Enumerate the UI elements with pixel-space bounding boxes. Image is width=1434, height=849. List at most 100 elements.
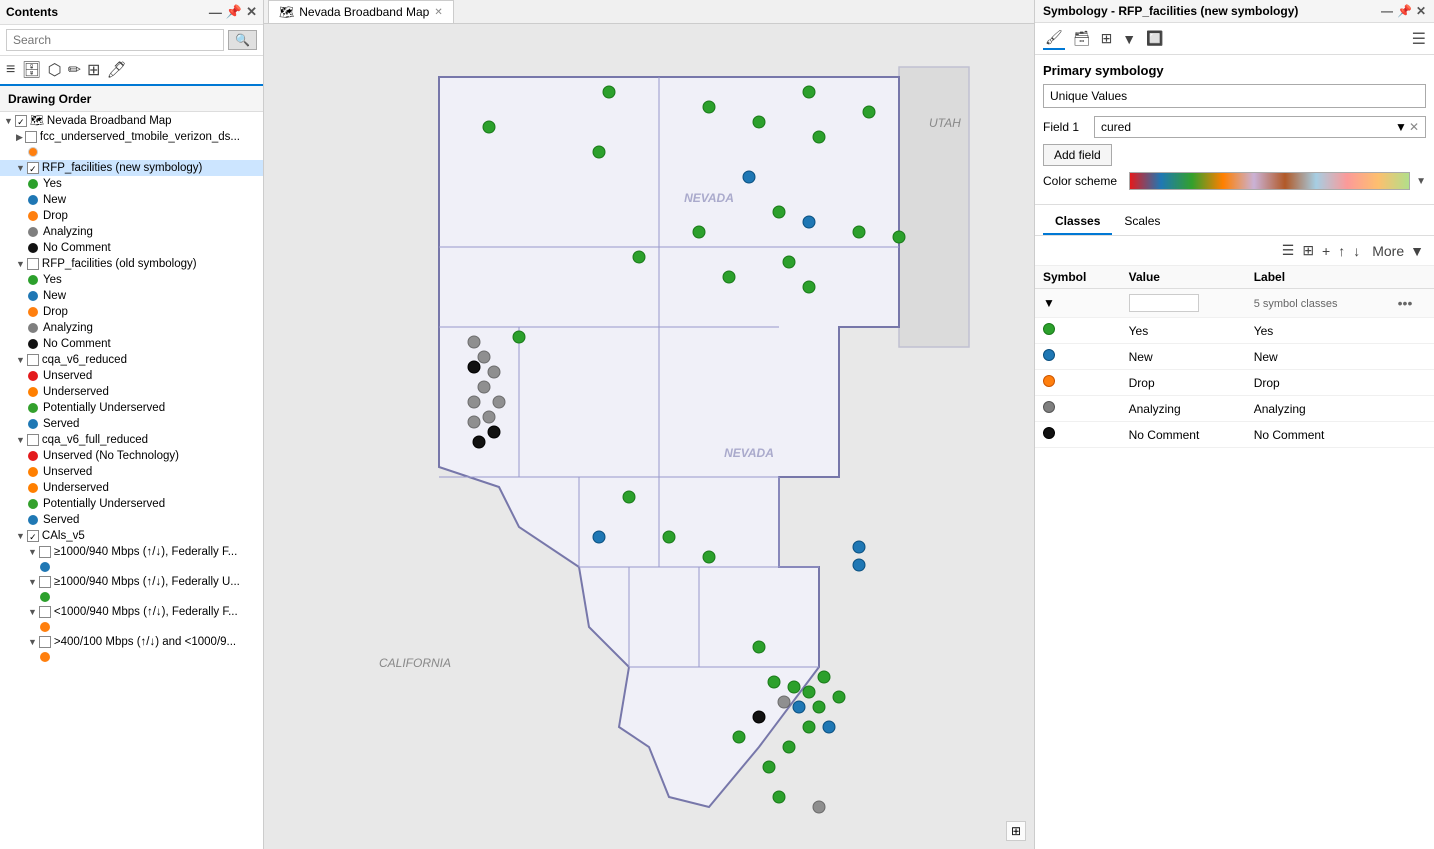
legend-dot	[28, 323, 38, 333]
edit-icon[interactable]: ✏	[68, 60, 81, 80]
field-clear-btn[interactable]: ✕	[1409, 120, 1419, 134]
layer-cqa-reduced[interactable]: ▼ cqa_v6_reduced	[0, 352, 263, 368]
map-body[interactable]: UTAH CALIFORNIA	[264, 24, 1034, 849]
all-values-input[interactable]	[1129, 294, 1199, 312]
field-dropdown-arrow[interactable]: ▼	[1395, 120, 1407, 134]
panel-header: Contents — 📌 ✕	[0, 0, 263, 25]
sym-pin-icon[interactable]: 📌	[1397, 4, 1412, 18]
sym-toolbar: 🖌 🗃 ⊞ ▼ 🔲 ☰	[1035, 23, 1434, 55]
layer-cals-1000f[interactable]: ▼ <1000/940 Mbps (↑/↓), Federally F...	[0, 604, 263, 620]
map-tab[interactable]: 🗺 Nevada Broadband Map ✕	[268, 0, 454, 23]
color-scheme-row: Color scheme ▼	[1043, 172, 1426, 190]
search-bar: 🔍	[0, 25, 263, 56]
legend-cals-blue	[0, 560, 263, 574]
sym-field1-input[interactable]: cured ▼ ✕	[1094, 116, 1426, 138]
sym-vary-btn[interactable]: ⊞	[1099, 28, 1115, 49]
list-view-icon[interactable]: ≡	[6, 61, 15, 79]
layer-checkbox[interactable]	[39, 576, 51, 588]
sym-tabs: Classes Scales	[1035, 209, 1434, 236]
sym-symbol-cell-analyzing[interactable]	[1035, 396, 1121, 422]
sym-header-icons: — 📌 ✕	[1381, 4, 1426, 18]
layer-cals[interactable]: ▼ CAls_v5	[0, 528, 263, 544]
sym-tab-scales[interactable]: Scales	[1112, 209, 1172, 235]
sym-label-no-comment: No Comment	[1246, 422, 1390, 448]
color-scheme-bar[interactable]	[1129, 172, 1410, 190]
close-panel-icon[interactable]: ✕	[246, 4, 257, 20]
sym-grid-icon[interactable]: ⊞	[1300, 240, 1316, 261]
map-area: 🗺 Nevada Broadband Map ✕ UTAH CALIFORNIA	[264, 0, 1034, 849]
legend-label: Analyzing	[43, 322, 93, 334]
sym-dot-yes	[1043, 323, 1055, 335]
filter-icon[interactable]: ⬡	[48, 60, 62, 80]
sym-filter-btn[interactable]: ▼	[1120, 29, 1138, 49]
contents-panel: Contents — 📌 ✕ 🔍 ≡ 🗄 ⬡ ✏ ⊞ 🖊 Drawing Ord…	[0, 0, 264, 849]
layer-rfp-new[interactable]: ▼ RFP_facilities (new symbology)	[0, 160, 263, 176]
sym-mask-btn[interactable]: 🔲	[1144, 28, 1165, 49]
layer-group-nevada[interactable]: ▼ 🗺 Nevada Broadband Map	[0, 112, 263, 129]
layer-checkbox[interactable]	[39, 606, 51, 618]
color-scheme-arrow[interactable]: ▼	[1416, 176, 1426, 187]
legend-no-comment: No Comment	[0, 240, 263, 256]
layer-checkbox[interactable]	[27, 258, 39, 270]
sym-tab-classes[interactable]: Classes	[1043, 209, 1112, 235]
legend-dot	[28, 307, 38, 317]
layer-cqa-full[interactable]: ▼ cqa_v6_full_reduced	[0, 432, 263, 448]
layer-label: RFP_facilities (old symbology)	[42, 258, 197, 270]
layer-checkbox[interactable]	[39, 546, 51, 558]
sym-more-button[interactable]: More ▼	[1370, 241, 1426, 261]
layer-checkbox[interactable]	[27, 162, 39, 174]
search-button[interactable]: 🔍	[228, 30, 257, 50]
map-tab-close[interactable]: ✕	[434, 7, 442, 18]
layer-rfp-old[interactable]: ▼ RFP_facilities (old symbology)	[0, 256, 263, 272]
pin-icon[interactable]: 📌	[226, 4, 242, 20]
database-icon[interactable]: 🗄	[21, 60, 41, 80]
sym-dot-no-comment	[1043, 427, 1055, 439]
sym-symbol-cell-drop[interactable]	[1035, 370, 1121, 396]
sym-close-icon[interactable]: ✕	[1416, 4, 1426, 18]
legend-full-unserved-notech: Unserved (No Technology)	[0, 448, 263, 464]
sym-list-icon[interactable]: ☰	[1280, 240, 1297, 261]
layer-label: RFP_facilities (new symbology)	[42, 162, 202, 174]
search-input[interactable]	[6, 29, 224, 51]
sym-symbol-cell-no-comment[interactable]	[1035, 422, 1121, 448]
sym-symbol-cell-new[interactable]	[1035, 344, 1121, 370]
sym-gallery-btn[interactable]: 🗃	[1071, 28, 1093, 49]
legend-full-potentially: Potentially Underserved	[0, 496, 263, 512]
legend-dot-drop	[28, 211, 38, 221]
sym-add-icon[interactable]: +	[1320, 241, 1332, 261]
layer-cals-1000fed[interactable]: ▼ ≥1000/940 Mbps (↑/↓), Federally F...	[0, 544, 263, 560]
layer-checkbox[interactable]	[27, 354, 39, 366]
sym-minimize-icon[interactable]: —	[1381, 4, 1393, 18]
layer-cals-400[interactable]: ▼ >400/100 Mbps (↑/↓) and <1000/9...	[0, 634, 263, 650]
map-scroll-indicator: ⊞	[1006, 821, 1026, 841]
legend-dot	[28, 403, 38, 413]
sym-menu-icon[interactable]: ☰	[1412, 29, 1426, 49]
sym-primary-dropdown[interactable]: Unique Values	[1043, 84, 1426, 108]
layer-fcc[interactable]: ▶ fcc_underserved_tmobile_verizon_ds...	[0, 129, 263, 145]
minimize-icon[interactable]: —	[209, 5, 222, 20]
legend-old-new: New	[0, 288, 263, 304]
add-field-button[interactable]: Add field	[1043, 144, 1112, 166]
legend-dot	[40, 562, 50, 572]
legend-old-yes: Yes	[0, 272, 263, 288]
legend-label: Potentially Underserved	[43, 498, 165, 510]
legend-dot-new	[28, 195, 38, 205]
legend-label: Drop	[43, 306, 68, 318]
expand-arrow: ▼	[28, 577, 37, 587]
sym-expand-arrow-cell[interactable]: ▼	[1035, 289, 1121, 318]
sym-symbol-cell-yes[interactable]	[1035, 318, 1121, 344]
layer-checkbox[interactable]	[27, 530, 39, 542]
table-icon[interactable]: ⊞	[87, 60, 100, 80]
layer-cals-1000fedu[interactable]: ▼ ≥1000/940 Mbps (↑/↓), Federally U...	[0, 574, 263, 590]
sym-dots-btn[interactable]: •••	[1398, 295, 1413, 311]
contents-scroll[interactable]: ▼ 🗺 Nevada Broadband Map ▶ fcc_underserv…	[0, 112, 263, 849]
sym-up-icon[interactable]: ↑	[1336, 241, 1347, 261]
layer-checkbox[interactable]	[15, 115, 27, 127]
layer-checkbox[interactable]	[27, 434, 39, 446]
sketch-icon[interactable]: 🖊	[106, 60, 126, 80]
layer-checkbox[interactable]	[39, 636, 51, 648]
layer-checkbox[interactable]	[25, 131, 37, 143]
legend-dot	[28, 291, 38, 301]
sym-single-symbol-btn[interactable]: 🖌	[1043, 27, 1065, 50]
sym-down-icon[interactable]: ↓	[1351, 241, 1362, 261]
